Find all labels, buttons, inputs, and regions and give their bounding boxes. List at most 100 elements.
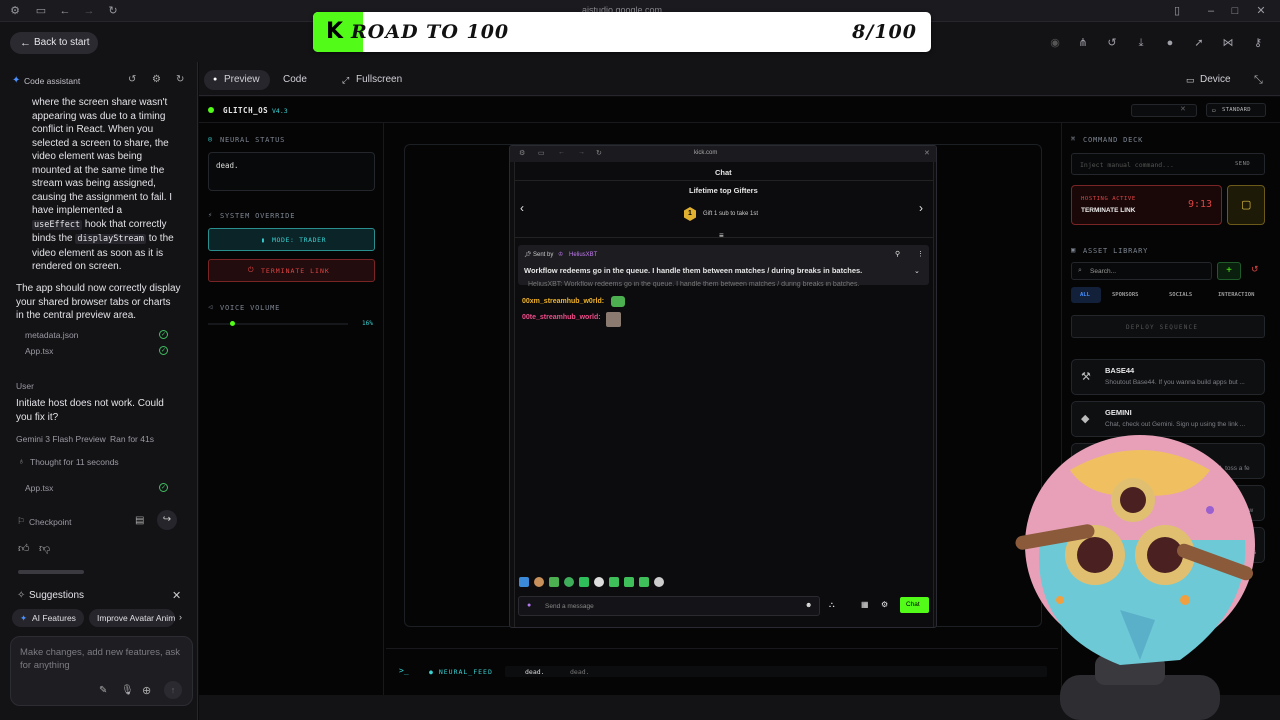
terminate-link-button[interactable]: ⏻ TERMINATE LINK <box>208 259 375 282</box>
nav-back-icon[interactable]: ← <box>58 4 72 18</box>
tab-preview[interactable]: ● Preview <box>204 70 270 90</box>
nav-back-icon[interactable]: ← <box>558 149 565 156</box>
emote-icon[interactable] <box>594 577 604 587</box>
emote-icon[interactable] <box>624 577 634 587</box>
tab-sponsors[interactable]: SPONSORS <box>1112 292 1139 298</box>
settings-icon[interactable]: ⚙ <box>881 600 888 609</box>
github-icon[interactable]: ● <box>1163 36 1177 50</box>
header-control[interactable]: ✕ <box>1131 104 1197 117</box>
nav-forward-icon[interactable]: → <box>578 149 585 156</box>
send-button[interactable]: SEND <box>1235 161 1250 167</box>
collapse-icon[interactable]: ≡ <box>719 231 724 240</box>
compare-icon[interactable]: ▤ <box>135 515 144 526</box>
fullscreen-button[interactable]: ⤢ Fullscreen <box>334 70 412 90</box>
emote-icon[interactable] <box>579 577 589 587</box>
thought-time[interactable]: Thought for 11 seconds <box>30 457 119 467</box>
add-icon[interactable]: ⊕ <box>142 684 151 697</box>
add-asset-button[interactable]: + <box>1217 262 1241 280</box>
share-link-icon[interactable]: ⋈ <box>1221 36 1235 50</box>
file-item[interactable]: App.tsx <box>25 483 53 493</box>
deploy-sequence-button[interactable]: DEPLOY SEQUENCE <box>1071 315 1265 338</box>
volume-slider-track[interactable] <box>208 323 348 325</box>
tab-socials[interactable]: SOCIALS <box>1169 292 1192 298</box>
magic-icon[interactable]: ✎ <box>99 685 107 696</box>
emote-icon[interactable] <box>654 577 664 587</box>
thumbs-up-icon[interactable]: 👍︎ <box>18 542 30 555</box>
close-icon[interactable]: ✕ <box>1254 4 1268 18</box>
device-label: Device <box>1200 74 1231 85</box>
pin-icon[interactable]: ⚲ <box>895 250 900 258</box>
pinned-message[interactable]: 📌︎ Sent by ♔ HeliusXBT Workflow redeems … <box>518 245 929 285</box>
horizontal-scrollbar[interactable] <box>18 570 84 574</box>
app-menu-icon[interactable]: ⚙ <box>519 149 525 157</box>
asset-card-base44[interactable]: ⚒ BASE44 Shoutout Base44. If you wanna bui… <box>1071 359 1265 395</box>
tab-code[interactable]: Code <box>273 70 317 90</box>
emote-icon[interactable] <box>534 577 544 587</box>
reload-icon[interactable]: ↻ <box>106 4 120 18</box>
chevron-right-icon[interactable]: › <box>179 612 182 622</box>
sidebar-icon[interactable]: ▭ <box>538 149 545 157</box>
assistant-message-2: The app should now correctly display you… <box>16 283 181 321</box>
chat-send-button[interactable]: Chat <box>900 597 929 613</box>
chat-username[interactable]: 00xm_streamhub_w0rld: <box>522 298 604 305</box>
prompt-input[interactable]: Make changes, add new features, ask for … <box>10 636 193 706</box>
settings-icon[interactable]: ⚙ <box>152 74 161 85</box>
maximize-icon[interactable]: □ <box>1228 4 1242 18</box>
feed-text: dead. <box>570 668 590 676</box>
history-icon[interactable]: ↺ <box>1105 36 1119 50</box>
chat-toggle-button[interactable]: ▢ <box>1227 185 1265 225</box>
restore-icon[interactable]: ↪ <box>157 510 177 530</box>
download-icon[interactable]: ⤓ <box>1134 36 1148 50</box>
more-icon[interactable]: ⋮ <box>917 250 924 258</box>
tab-all[interactable]: ALL <box>1071 287 1101 303</box>
send-icon[interactable]: ↑ <box>164 681 182 699</box>
emote-icon[interactable] <box>639 577 649 587</box>
chip-improve-avatar[interactable]: Improve Avatar Anim <box>89 609 175 627</box>
file-item[interactable]: App.tsx <box>25 346 53 356</box>
app-menu-icon[interactable]: ⚙ <box>8 4 22 18</box>
sidebar-toggle-icon[interactable]: ▭ <box>34 4 48 18</box>
emote-icon[interactable] <box>609 577 619 587</box>
neural-status-box: dead. <box>208 152 375 191</box>
deploy-rocket-icon[interactable]: ➚ <box>1192 36 1206 50</box>
mode-trader-button[interactable]: ▮ MODE: TRADER <box>208 228 375 251</box>
reload-icon[interactable]: ↻ <box>596 149 602 157</box>
app-header <box>199 97 1280 123</box>
tab-interaction[interactable]: INTERACTION <box>1218 292 1254 298</box>
close-suggestions-icon[interactable]: ✕ <box>172 589 181 602</box>
emotes-icon[interactable]: ⛬ <box>829 600 835 610</box>
pinned-user: HeliusXBT <box>569 252 598 258</box>
open-external-icon[interactable]: ⤡ <box>1254 74 1263 87</box>
emote-icon[interactable] <box>519 577 529 587</box>
mic-icon[interactable]: 🎙︎ <box>121 685 134 696</box>
file-item[interactable]: metadata.json <box>25 330 78 340</box>
thumbs-down-icon[interactable]: 👎︎ <box>39 542 50 555</box>
share-icon[interactable]: ⋔ <box>1076 36 1090 50</box>
chevron-down-icon[interactable]: ⌄ <box>914 267 920 275</box>
back-to-start-button[interactable]: ← Back to start <box>10 32 98 54</box>
history-icon[interactable]: ↺ <box>128 74 136 85</box>
chevron-right-icon[interactable]: › <box>919 201 923 215</box>
mode-badge[interactable]: ▭ STANDARD <box>1206 103 1266 117</box>
store-icon[interactable]: ▦ <box>861 600 869 609</box>
emote-icon[interactable] <box>549 577 559 587</box>
refresh-icon[interactable]: ↻ <box>176 74 184 85</box>
emote-icon[interactable] <box>564 577 574 587</box>
hosting-active-card[interactable]: HOSTING ACTIVE TERMINATE LINK 9:13 <box>1071 185 1222 225</box>
reset-icon[interactable]: ↺ <box>1251 264 1259 275</box>
sparkle-icon: ✦ <box>20 613 28 623</box>
emoji-icon[interactable]: ☻ <box>805 602 812 609</box>
chat-username[interactable]: 00te_streamhub_world: <box>522 314 601 321</box>
close-icon[interactable]: ✕ <box>924 149 930 157</box>
device-button[interactable]: ▭ Device <box>1178 70 1241 90</box>
key-icon[interactable]: ⚷ <box>1251 36 1265 50</box>
split-view-icon[interactable]: ▯ <box>1170 4 1184 18</box>
chip-ai-features[interactable]: ✦ AI Features <box>12 609 84 627</box>
asset-search-input[interactable]: ⌕ Search... <box>1071 262 1212 280</box>
chevron-left-icon[interactable]: ‹ <box>520 201 524 215</box>
command-input[interactable]: Inject manual command... SEND <box>1071 153 1265 175</box>
send-message-input[interactable]: ● Send a message ☻ <box>518 596 820 616</box>
nav-forward-icon[interactable]: → <box>82 4 96 18</box>
kick-url[interactable]: kick.com <box>694 150 717 156</box>
minimize-icon[interactable]: – <box>1204 4 1218 18</box>
